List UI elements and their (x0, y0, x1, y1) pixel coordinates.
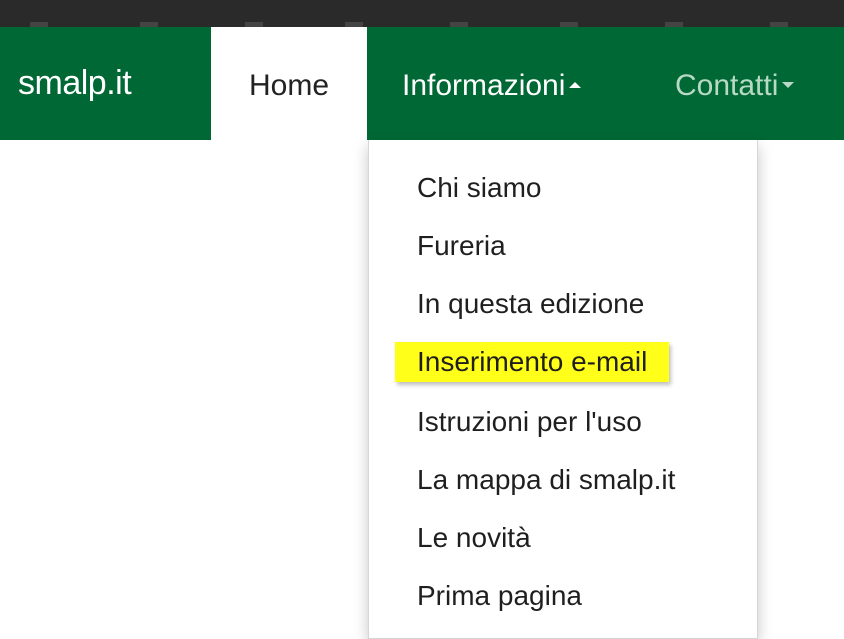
nav-informazioni[interactable]: Informazioni (402, 27, 582, 140)
brand-link[interactable]: smalp.it (18, 27, 132, 140)
caret-down-icon (782, 82, 795, 89)
informazioni-dropdown-menu: Chi siamo Fureria In questa edizione Ins… (368, 140, 758, 639)
menu-item-chi-siamo[interactable]: Chi siamo (417, 168, 541, 208)
menu-item-inserimento-email[interactable]: Inserimento e-mail (395, 342, 670, 382)
nav-contatti-label: Contatti (675, 69, 779, 102)
caret-up-icon (569, 82, 582, 89)
nav-home[interactable]: Home (211, 27, 367, 140)
menu-item-mappa[interactable]: La mappa di smalp.it (417, 460, 675, 500)
menu-item-in-questa-edizione[interactable]: In questa edizione (417, 284, 644, 324)
menu-item-istruzioni[interactable]: Istruzioni per l'uso (417, 402, 642, 442)
nav-contatti[interactable]: Contatti (675, 27, 795, 140)
browser-top-strip (0, 0, 844, 27)
main-navbar: smalp.it Home Informazioni Contatti (0, 27, 844, 140)
nav-informazioni-label: Informazioni (402, 69, 566, 102)
nav-home-label: Home (248, 69, 330, 102)
menu-item-fureria[interactable]: Fureria (417, 226, 506, 266)
menu-item-novita[interactable]: Le novità (417, 518, 531, 558)
menu-item-prima-pagina[interactable]: Prima pagina (417, 576, 582, 616)
